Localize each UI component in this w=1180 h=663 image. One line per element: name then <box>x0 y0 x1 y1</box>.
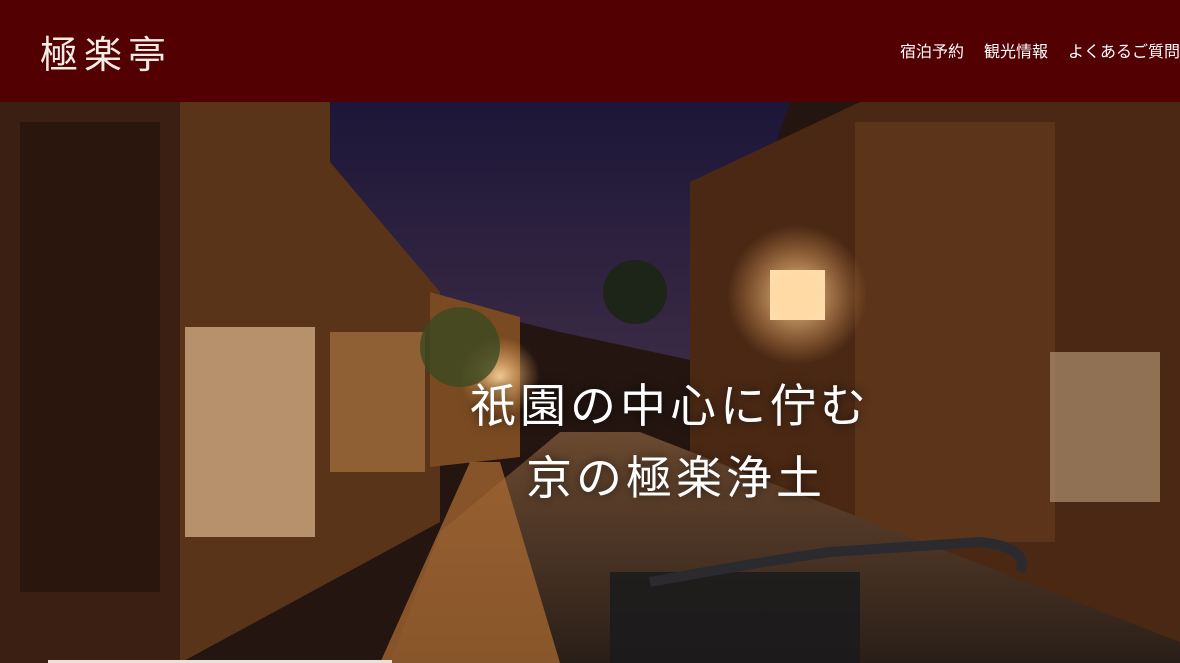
nav-item-reservation[interactable]: 宿泊予約 <box>900 38 964 62</box>
nav-item-sightseeing[interactable]: 観光情報 <box>984 38 1048 62</box>
main-nav: 宿泊予約 観光情報 よくあるご質問 <box>880 38 1180 62</box>
nav-item-faq[interactable]: よくあるご質問 <box>1068 38 1180 62</box>
hero-section: 祇園の中心に佇む 京の極楽浄土 <box>0 102 1180 663</box>
site-logo[interactable]: 極楽亭 <box>40 24 172 79</box>
site-header: 極楽亭 宿泊予約 観光情報 よくあるご質問 <box>0 0 1180 102</box>
hero-headline-line1: 祇園の中心に佇む <box>470 379 870 433</box>
hero-headline-line2: 京の極楽浄土 <box>526 451 826 505</box>
